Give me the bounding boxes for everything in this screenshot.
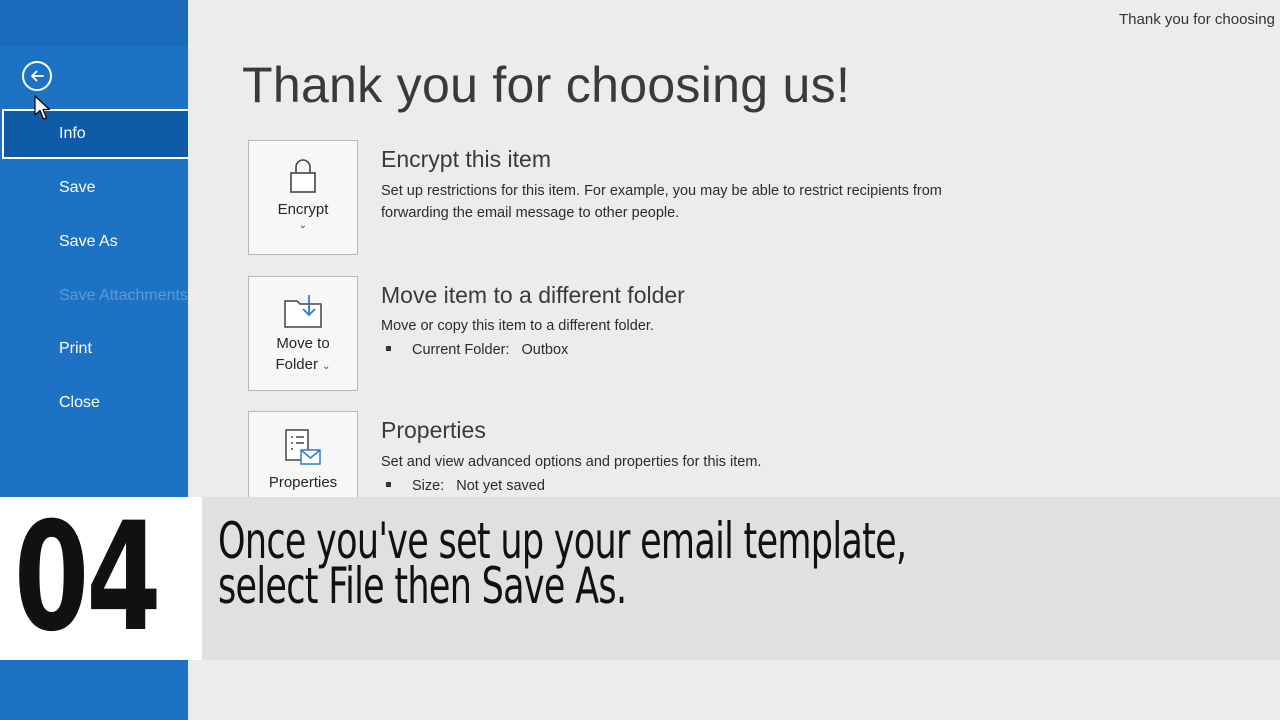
encrypt-section-description: Set up restrictions for this item. For e… <box>381 183 942 221</box>
sidebar-top-band <box>0 0 188 46</box>
step-number-block: 04 <box>0 497 202 660</box>
encrypt-button[interactable]: Encrypt ⌄ <box>248 140 358 255</box>
sidebar-item-save-attachments: Save Attachments <box>2 271 188 321</box>
caption-banner: Once you've set up your email template, … <box>202 497 1280 660</box>
back-button[interactable] <box>22 61 52 91</box>
properties-section-title: Properties <box>381 417 486 443</box>
sidebar-item-label: Save <box>59 179 96 196</box>
size-label: Size: <box>412 478 445 494</box>
properties-button-label: Properties <box>268 474 338 491</box>
encrypt-button-label: Encrypt <box>277 201 329 218</box>
sidebar-item-save-as[interactable]: Save As <box>2 217 188 267</box>
back-arrow-icon <box>31 70 44 82</box>
sidebar-item-label: Save As <box>59 233 118 250</box>
mouse-pointer-icon <box>34 95 51 120</box>
properties-section-description: Set and view advanced options and proper… <box>381 454 762 470</box>
chevron-down-icon: ⌄ <box>298 220 308 231</box>
move-to-folder-label-line2: Folder <box>275 356 318 373</box>
encrypt-section-title: Encrypt this item <box>381 146 551 172</box>
size-info: Size: Not yet saved <box>386 478 545 494</box>
caption-line-2: select File then Save As. <box>218 557 627 615</box>
current-folder-label: Current Folder: <box>412 342 510 358</box>
caption-text: Once you've set up your email template, … <box>218 516 907 611</box>
properties-icon <box>285 429 321 465</box>
lock-icon <box>290 159 316 193</box>
chevron-down-icon: ⌄ <box>322 361 331 372</box>
sidebar-item-save[interactable]: Save <box>2 163 188 213</box>
bullet-icon <box>386 345 391 351</box>
size-value: Not yet saved <box>456 478 545 494</box>
sidebar-item-print[interactable]: Print <box>2 324 188 374</box>
sidebar-item-info[interactable]: Info <box>2 109 188 159</box>
sidebar-item-label: Print <box>59 340 92 357</box>
move-section-description: Move or copy this item to a different fo… <box>381 318 654 334</box>
current-folder-info: Current Folder: Outbox <box>386 342 568 358</box>
page-title: Thank you for choosing us! <box>242 57 851 113</box>
sidebar-item-label: Info <box>59 125 86 142</box>
window-title: Thank you for choosing <box>1119 11 1275 28</box>
sidebar-item-label: Close <box>59 394 100 411</box>
move-to-folder-label-line1: Move to <box>276 335 330 352</box>
current-folder-value: Outbox <box>521 342 569 358</box>
step-number: 04 <box>14 491 161 665</box>
sidebar-item-label: Save Attachments <box>59 287 188 304</box>
move-to-folder-label: Move to Folder ⌄ <box>275 333 330 377</box>
properties-button[interactable]: Properties <box>248 411 358 497</box>
move-section-title: Move item to a different folder <box>381 282 685 308</box>
sidebar-item-close[interactable]: Close <box>2 378 188 428</box>
move-to-folder-icon <box>284 295 322 328</box>
bullet-icon <box>386 481 391 487</box>
move-to-folder-button[interactable]: Move to Folder ⌄ <box>248 276 358 391</box>
